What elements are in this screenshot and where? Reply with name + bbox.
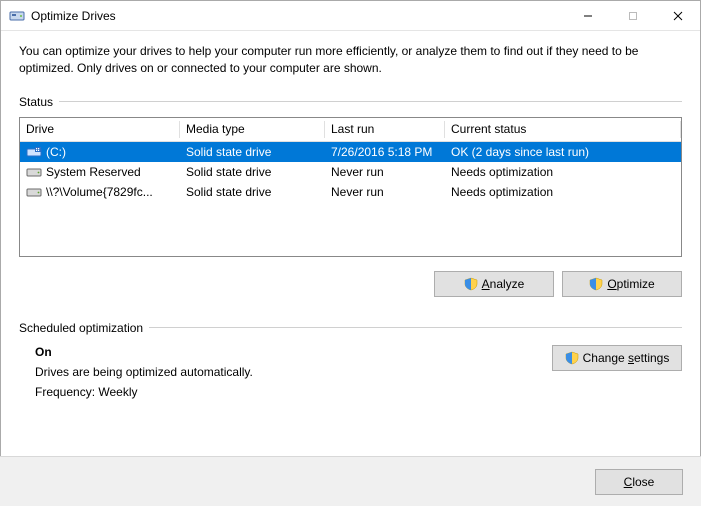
change-settings-button[interactable]: Change settings xyxy=(552,345,682,371)
scheduled-section-header: Scheduled optimization xyxy=(19,321,682,335)
drive-media-type: Solid state drive xyxy=(180,145,325,159)
scheduled-description: Drives are being optimized automatically… xyxy=(35,365,532,379)
drive-last-run: 7/26/2016 5:18 PM xyxy=(325,145,445,159)
column-header-drive[interactable]: Drive xyxy=(20,118,180,141)
drive-list-headers[interactable]: Drive Media type Last run Current status xyxy=(20,118,681,142)
analyze-label: Analyze xyxy=(482,277,525,291)
column-header-status[interactable]: Current status xyxy=(445,118,681,141)
minimize-button[interactable] xyxy=(565,1,610,30)
drive-name: \\?\Volume{7829fc... xyxy=(46,185,153,199)
scheduled-state: On xyxy=(35,345,532,359)
drive-current-status: OK (2 days since last run) xyxy=(445,145,681,159)
drive-media-type: Solid state drive xyxy=(180,165,325,179)
drive-current-status: Needs optimization xyxy=(445,165,681,179)
description-text: You can optimize your drives to help you… xyxy=(19,43,682,77)
close-window-button[interactable] xyxy=(655,1,700,30)
scheduled-frequency: Frequency: Weekly xyxy=(35,385,532,399)
optimize-label: Optimize xyxy=(607,277,654,291)
column-header-media[interactable]: Media type xyxy=(180,118,325,141)
drive-row[interactable]: System Reserved Solid state driveNever ru… xyxy=(20,162,681,182)
shield-icon xyxy=(464,277,478,291)
footer: Close xyxy=(0,456,701,506)
drive-row[interactable]: \\?\Volume{7829fc... Solid state driveNev… xyxy=(20,182,681,202)
drive-name-cell: (C:) xyxy=(20,145,180,159)
window-controls xyxy=(565,1,700,30)
drive-name-cell: System Reserved xyxy=(20,165,180,179)
drive-last-run: Never run xyxy=(325,185,445,199)
drive-name: System Reserved xyxy=(46,165,141,179)
column-header-last-run[interactable]: Last run xyxy=(325,118,445,141)
drive-last-run: Never run xyxy=(325,165,445,179)
drive-current-status: Needs optimization xyxy=(445,185,681,199)
analyze-button[interactable]: Analyze xyxy=(434,271,554,297)
shield-icon xyxy=(589,277,603,291)
optimize-button[interactable]: Optimize xyxy=(562,271,682,297)
close-button[interactable]: Close xyxy=(595,469,683,495)
status-label: Status xyxy=(19,95,53,109)
drive-media-type: Solid state drive xyxy=(180,185,325,199)
drive-row[interactable]: (C:) Solid state drive7/26/2016 5:18 PMOK… xyxy=(20,142,681,162)
scheduled-label: Scheduled optimization xyxy=(19,321,143,335)
status-section-header: Status xyxy=(19,95,682,109)
window-title: Optimize Drives xyxy=(31,9,565,23)
drive-list[interactable]: Drive Media type Last run Current status… xyxy=(19,117,682,257)
drive-icon xyxy=(26,166,42,178)
optimize-drives-icon xyxy=(9,8,25,24)
titlebar: Optimize Drives xyxy=(1,1,700,31)
shield-icon xyxy=(565,351,579,365)
drive-icon xyxy=(26,186,42,198)
drive-name: (C:) xyxy=(46,145,66,159)
drive-os-icon xyxy=(26,146,42,158)
drive-name-cell: \\?\Volume{7829fc... xyxy=(20,185,180,199)
close-label: Close xyxy=(624,475,655,489)
maximize-button xyxy=(610,1,655,30)
change-settings-label: Change settings xyxy=(583,351,670,365)
